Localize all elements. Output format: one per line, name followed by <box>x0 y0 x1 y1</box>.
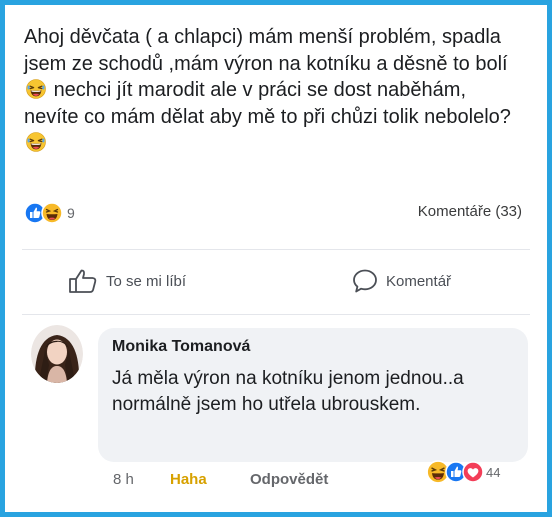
comment-text: Já měla výron na kotníku jenom jednou..a… <box>112 368 464 415</box>
love-reaction-icon <box>462 461 484 483</box>
post-text-part2: nechci jít marodit ale v práci se dost n… <box>24 79 511 128</box>
comments-count[interactable]: Komentáře (33) <box>418 203 522 220</box>
comment-haha-button[interactable]: Haha <box>170 468 207 490</box>
divider-top <box>22 249 530 250</box>
comment-reaction-count: 44 <box>486 464 501 480</box>
haha-reaction-icon <box>41 202 63 224</box>
like-label: To se mi líbí <box>106 272 187 290</box>
comment-button[interactable]: Komentář <box>352 266 451 296</box>
avatar[interactable] <box>31 325 83 383</box>
reply-button[interactable]: Odpovědět <box>250 468 328 490</box>
comment-reactions[interactable]: 44 <box>426 459 500 485</box>
like-button[interactable]: To se mi líbí <box>68 266 186 296</box>
post-text: Ahoj děvčata ( a chlapci) mám menší prob… <box>24 24 524 157</box>
comment-haha-label: Haha <box>170 470 207 488</box>
thumbs-up-icon <box>69 269 97 293</box>
comment-label: Komentář <box>386 272 452 290</box>
laughing-emoji-icon <box>26 132 46 152</box>
comment-author[interactable]: Monika Tomanová <box>112 338 250 356</box>
laughing-emoji-icon <box>26 79 46 99</box>
post-reactions[interactable]: 9 <box>24 202 75 224</box>
post-text-part1: Ahoj děvčata ( a chlapci) mám menší prob… <box>24 26 508 75</box>
post-reaction-count: 9 <box>67 205 75 221</box>
comment-time[interactable]: 8 h <box>113 468 134 490</box>
comment-bubble-icon <box>353 269 377 293</box>
divider-bottom <box>22 314 530 315</box>
